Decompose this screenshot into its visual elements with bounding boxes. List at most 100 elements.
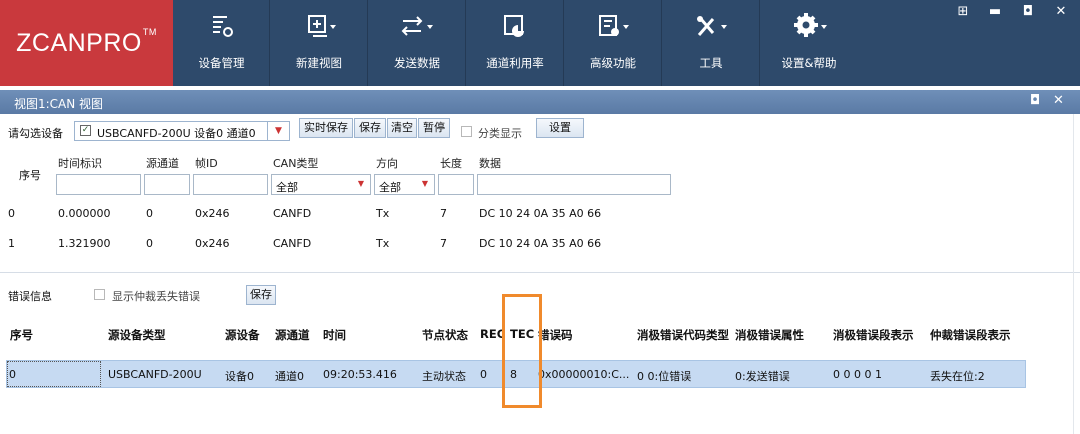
error-label: 错误信息 <box>8 290 52 303</box>
error-col-passive-seg: 消极错误段表示 <box>833 328 914 342</box>
can-type-filter-select[interactable]: 全部 ▼ <box>271 174 371 195</box>
direction-filter-select[interactable]: 全部 ▼ <box>374 174 435 195</box>
cell-data: DC 10 24 0A 35 A0 66 <box>479 207 602 220</box>
highlight-box <box>502 294 542 408</box>
cell-len: 7 <box>440 237 447 250</box>
realtime-save-button[interactable]: 实时保存 <box>299 118 353 138</box>
cell-dir: Tx <box>376 237 390 250</box>
channel-filter-input[interactable] <box>144 174 190 195</box>
length-filter-input[interactable] <box>438 174 474 195</box>
toolbar-settings-help[interactable]: 设置&帮助 <box>760 0 858 86</box>
error-col-passive-attr: 消极错误属性 <box>735 328 804 342</box>
advanced-icon <box>564 11 662 43</box>
device-select[interactable]: ✓ USBCANFD-200U 设备0 通道0 ▼ <box>74 121 290 141</box>
error-col-code: 错误码 <box>538 328 573 342</box>
show-arb-label: 显示仲裁丢失错误 <box>112 290 200 303</box>
column-length: 长度 <box>440 157 462 170</box>
cell-data: DC 10 24 0A 35 A0 66 <box>479 237 602 250</box>
cell-time: 1.321900 <box>58 237 111 250</box>
cell-id: 0x246 <box>195 207 230 220</box>
device-checkbox[interactable]: ✓ <box>80 125 91 136</box>
close-button[interactable]: ✕ <box>1051 4 1071 19</box>
grid-icon[interactable]: ⊞ <box>953 4 973 19</box>
save-button[interactable]: 保存 <box>354 118 386 138</box>
table-row[interactable]: 1 1.321900 0 0x246 CANFD Tx 7 DC 10 24 0… <box>0 233 1080 255</box>
toolbar-advanced[interactable]: 高级功能 <box>564 0 662 86</box>
error-save-button[interactable]: 保存 <box>246 285 276 305</box>
cell-dir: Tx <box>376 207 390 220</box>
time-filter-input[interactable] <box>56 174 141 195</box>
toolbar-send-data[interactable]: 发送数据 <box>368 0 466 86</box>
toolbar-label: 新建视图 <box>296 56 342 70</box>
error-cell: 0 0:位错误 <box>637 370 692 383</box>
cell-channel: 0 <box>146 237 153 250</box>
toolbar-label: 高级功能 <box>590 56 636 70</box>
toolbar-label: 设备管理 <box>198 56 245 70</box>
device-row: 请勾选设备 ✓ USBCANFD-200U 设备0 通道0 ▼ 实时保存 保存 … <box>0 118 1080 148</box>
maximize-button[interactable]: ◘ <box>1018 4 1038 19</box>
main-toolbar: ZCANPRO TM 设备管理 新建视图 发送数据 通道利用率 高级功能 工具 … <box>0 0 1080 86</box>
column-data: 数据 <box>479 157 501 170</box>
chevron-down-icon: ▼ <box>421 179 428 188</box>
app-logo: ZCANPRO TM <box>0 0 173 86</box>
error-cell: USBCANFD-200U <box>108 368 202 381</box>
error-cell: 0 0 0 0 1 <box>833 368 882 381</box>
logo-text: ZCANPRO <box>16 28 142 57</box>
cell-channel: 0 <box>146 207 153 220</box>
toolbar-tools[interactable]: 工具 <box>662 0 760 86</box>
column-time: 时间标识 <box>58 157 102 170</box>
error-col-device: 源设备 <box>225 328 260 342</box>
tools-icon <box>662 11 760 43</box>
toolbar-new-view[interactable]: 新建视图 <box>270 0 368 86</box>
column-frame-id: 帧ID <box>195 157 218 170</box>
data-filter-input[interactable] <box>477 174 671 195</box>
column-src-channel: 源通道 <box>146 157 179 170</box>
minimize-button[interactable]: ▬ <box>985 4 1005 19</box>
show-arb-checkbox[interactable] <box>94 289 105 300</box>
column-seq: 序号 <box>19 169 41 182</box>
device-manage-icon <box>173 11 270 43</box>
error-col-seq: 序号 <box>10 328 33 342</box>
error-cell: 丢失在位:2 <box>930 370 985 383</box>
cell-seq: 0 <box>8 207 15 220</box>
cell-time: 0.000000 <box>58 207 111 220</box>
error-col-time: 时间 <box>323 328 346 342</box>
error-cell: 0 <box>9 368 16 381</box>
id-filter-input[interactable] <box>193 174 268 195</box>
error-col-channel: 源通道 <box>275 328 310 342</box>
chevron-down-icon[interactable]: ▼ <box>267 122 289 140</box>
logo-tm: TM <box>142 27 157 37</box>
direction-filter-value: 全部 <box>379 181 401 194</box>
table-row[interactable]: 0 0.000000 0 0x246 CANFD Tx 7 DC 10 24 0… <box>0 203 1080 225</box>
error-cell: 0 <box>480 368 487 381</box>
pause-button[interactable]: 暂停 <box>418 118 450 138</box>
clear-button[interactable]: 清空 <box>387 118 417 138</box>
toolbar-label: 工具 <box>699 56 723 70</box>
focus-cell <box>7 361 101 387</box>
classify-label: 分类显示 <box>478 127 522 140</box>
toolbar-channel-usage[interactable]: 通道利用率 <box>466 0 564 86</box>
toolbar-label: 发送数据 <box>394 56 440 70</box>
error-col-dev-type: 源设备类型 <box>108 328 166 342</box>
classify-checkbox[interactable] <box>461 126 472 137</box>
cell-seq: 1 <box>8 237 15 250</box>
new-view-icon <box>270 11 368 43</box>
channel-usage-icon <box>466 11 564 43</box>
settings-icon <box>760 11 858 43</box>
cell-id: 0x246 <box>195 237 230 250</box>
settings-button[interactable]: 设置 <box>536 118 584 138</box>
cell-type: CANFD <box>273 237 312 250</box>
toolbar-label: 通道利用率 <box>486 56 544 70</box>
column-can-type: CAN类型 <box>273 157 319 170</box>
error-cell: 主动状态 <box>422 370 466 383</box>
section-divider <box>0 272 1080 273</box>
error-col-passive-type: 消极错误代码类型 <box>637 328 729 342</box>
error-col-arb-seg: 仲裁错误段表示 <box>930 328 1011 342</box>
view-restore-button[interactable]: ◘ <box>1030 93 1040 108</box>
error-col-node-state: 节点状态 <box>422 328 468 342</box>
error-cell: 0:发送错误 <box>735 370 790 383</box>
error-cell: 0x00000010:C... <box>538 368 630 381</box>
view-close-button[interactable]: ✕ <box>1053 93 1064 108</box>
view-title: 视图1:CAN 视图 <box>14 97 104 111</box>
toolbar-device-manage[interactable]: 设备管理 <box>173 0 270 86</box>
